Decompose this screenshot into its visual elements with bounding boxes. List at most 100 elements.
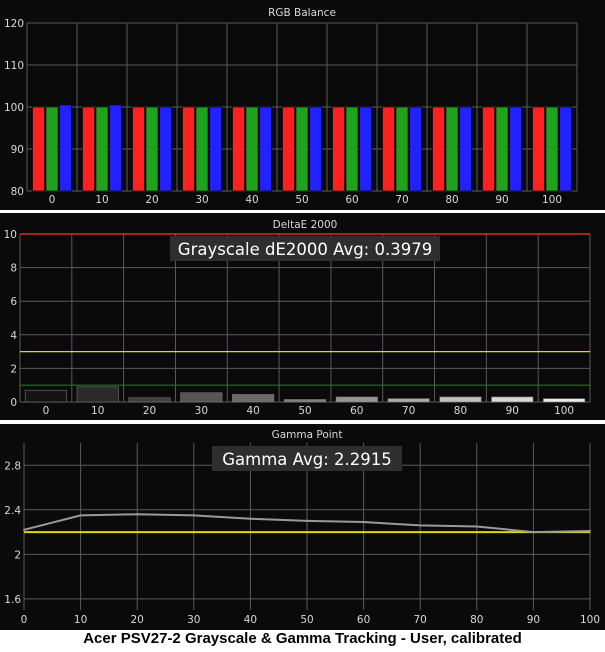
bar-delta (24, 389, 67, 403)
gamma-point (589, 529, 591, 532)
x-tick-label: 80 (454, 405, 467, 417)
y-tick-label: 2.8 (4, 460, 21, 472)
gamma-point (136, 513, 139, 516)
bar-red (382, 106, 395, 192)
bar-red (282, 106, 295, 192)
x-tick-label: 10 (91, 405, 104, 417)
x-tick-label: 20 (131, 614, 144, 626)
y-tick-label: 120 (4, 18, 24, 30)
x-tick-label: 100 (554, 405, 574, 417)
bar-blue (309, 106, 322, 192)
bar-blue (509, 106, 522, 192)
bar-blue (209, 106, 222, 192)
bar-red (482, 106, 495, 192)
bar-green (345, 106, 359, 192)
bar-delta (543, 398, 586, 403)
x-tick-label: 50 (295, 194, 308, 206)
y-tick-label: 110 (4, 60, 24, 72)
x-tick-label: 40 (245, 194, 258, 206)
gamma-point (23, 528, 25, 531)
x-tick-label: 50 (300, 614, 313, 626)
x-tick-label: 20 (145, 194, 158, 206)
chart-title: DeltaE 2000 (273, 219, 338, 231)
y-tick-label: 1.6 (4, 594, 21, 606)
gamma-point (419, 524, 422, 527)
bar-red (132, 106, 145, 192)
bar-red (182, 106, 195, 192)
bar-red (532, 106, 545, 192)
y-tick-label: 10 (4, 229, 17, 241)
gamma-point (79, 514, 82, 517)
bar-blue (359, 106, 372, 192)
x-tick-label: 30 (187, 614, 200, 626)
bar-red (32, 106, 45, 192)
y-tick-label: 0 (10, 397, 17, 409)
x-tick-label: 70 (402, 405, 415, 417)
bar-green (195, 106, 209, 192)
x-tick-label: 40 (244, 614, 257, 626)
x-tick-label: 100 (580, 614, 600, 626)
bar-blue (409, 106, 422, 192)
x-tick-label: 80 (470, 614, 483, 626)
bar-delta (128, 397, 171, 403)
bar-green (245, 106, 259, 192)
x-tick-label: 90 (506, 405, 519, 417)
bar-blue (559, 106, 572, 192)
x-tick-label: 90 (527, 614, 540, 626)
bar-delta (180, 392, 223, 403)
bar-green (445, 106, 459, 192)
bar-green (545, 106, 559, 192)
bar-red (232, 106, 245, 192)
bar-green (45, 106, 59, 192)
bar-blue (459, 106, 472, 192)
bar-blue (109, 104, 122, 192)
x-tick-label: 10 (74, 614, 87, 626)
y-tick-label: 90 (11, 144, 24, 156)
x-tick-label: 100 (542, 194, 562, 206)
annotation-text: Grayscale dE2000 Avg: 0.3979 (178, 240, 432, 259)
chart-title: Gamma Point (272, 429, 343, 441)
y-tick-label: 8 (10, 263, 17, 275)
y-tick-label: 2.4 (4, 505, 21, 517)
y-tick-label: 6 (10, 296, 17, 308)
bar-green (395, 106, 409, 192)
figure-caption: Acer PSV27-2 Grayscale & Gamma Tracking … (83, 630, 522, 647)
gamma-point (475, 525, 478, 528)
x-tick-label: 90 (495, 194, 508, 206)
x-tick-label: 0 (21, 614, 28, 626)
x-tick-label: 70 (395, 194, 408, 206)
bar-red (432, 106, 445, 192)
y-tick-label: 4 (10, 330, 17, 342)
x-tick-label: 70 (414, 614, 427, 626)
y-tick-label: 2 (14, 549, 21, 561)
charts-area: RGB Balance80901001101200 10 20 30 40 50 60 70 8… (0, 0, 605, 630)
x-tick-label: 50 (298, 405, 311, 417)
annotation-text: Gamma Avg: 2.2915 (222, 450, 392, 469)
bar-delta (76, 386, 119, 403)
x-tick-label: 60 (350, 405, 363, 417)
bar-delta (335, 396, 378, 403)
x-tick-label: 10 (95, 194, 108, 206)
bar-red (332, 106, 345, 192)
x-tick-label: 80 (445, 194, 458, 206)
x-tick-label: 30 (195, 194, 208, 206)
bar-blue (59, 104, 72, 192)
bar-delta (232, 394, 275, 403)
x-tick-label: 60 (345, 194, 358, 206)
chart-title: RGB Balance (268, 7, 336, 19)
bar-red (82, 106, 95, 192)
bar-delta (439, 396, 482, 403)
bar-delta (491, 396, 534, 403)
x-tick-label: 30 (195, 405, 208, 417)
x-tick-label: 40 (246, 405, 259, 417)
gamma-point (306, 519, 308, 522)
gamma-point (532, 531, 535, 534)
y-tick-label: 80 (11, 186, 24, 198)
x-tick-label: 0 (49, 194, 56, 206)
bar-green (495, 106, 509, 192)
gamma-point (362, 521, 365, 524)
bar-blue (259, 106, 272, 192)
y-tick-label: 100 (4, 102, 24, 114)
y-tick-label: 2 (10, 363, 17, 375)
bar-delta (387, 398, 430, 403)
